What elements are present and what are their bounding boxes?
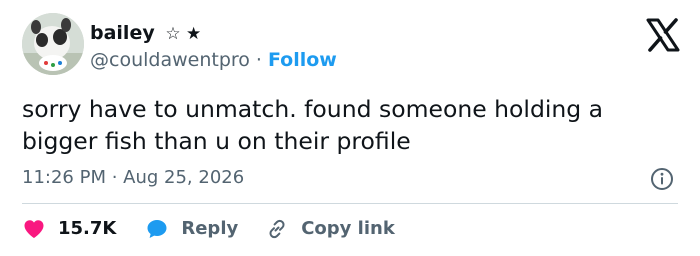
copy-link-button[interactable]: Copy link [265, 215, 395, 243]
action-bar: 15.7K Reply Copy link [22, 215, 395, 243]
avatar-image [22, 13, 84, 75]
handle-row: @couldawentpro · Follow [90, 48, 337, 72]
copy-link-label: Copy link [301, 218, 395, 239]
like-count: 15.7K [58, 218, 117, 239]
tweet-text: sorry have to unmatch. found someone hol… [22, 95, 604, 155]
speech-bubble-icon [147, 220, 167, 238]
follow-button[interactable]: Follow [268, 49, 337, 71]
x-logo-icon[interactable] [645, 17, 681, 53]
star-badges: ☆ ★ [165, 24, 202, 44]
display-name-row[interactable]: bailey ☆ ★ [90, 21, 201, 46]
link-icon [269, 219, 285, 239]
tweet-card: bailey ☆ ★ @couldawentpro · Follow sorry h… [0, 0, 700, 256]
like-button[interactable]: 15.7K [22, 215, 116, 243]
display-name[interactable]: bailey [90, 22, 155, 44]
reply-button[interactable]: Reply [145, 215, 238, 243]
user-handle[interactable]: @couldawentpro [90, 49, 250, 71]
heart-icon [24, 220, 44, 238]
reply-label: Reply [181, 218, 239, 239]
handle-separator: · [255, 49, 262, 71]
avatar[interactable] [22, 13, 84, 75]
divider [22, 203, 678, 204]
info-icon[interactable] [650, 167, 674, 191]
tweet-timestamp[interactable]: 11:26 PM · Aug 25, 2026 [22, 166, 244, 190]
